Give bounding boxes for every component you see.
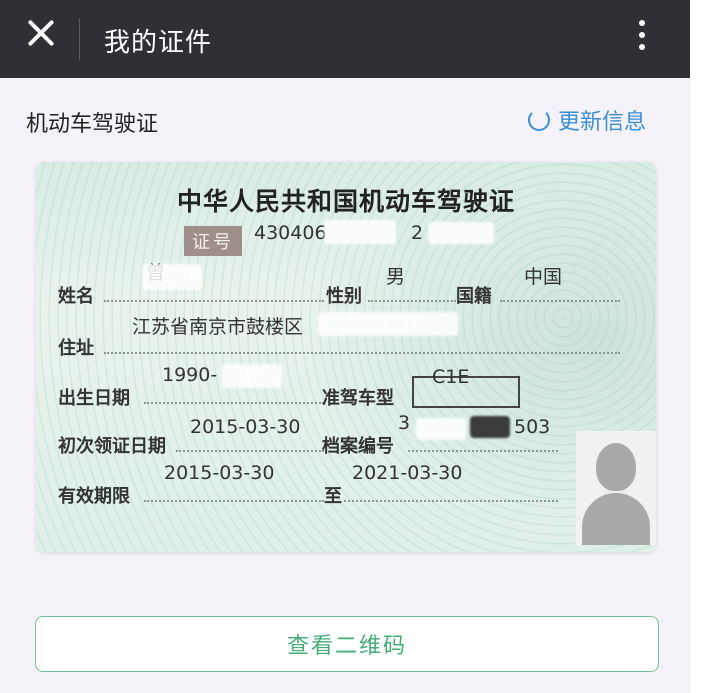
value-first-issue: 2015-03-30 (190, 416, 301, 438)
more-options-icon[interactable] (636, 20, 648, 60)
dots-first-issue (176, 450, 324, 452)
refresh-icon (528, 109, 550, 131)
dots-valid-from (144, 500, 324, 502)
dots-birth-date (144, 402, 324, 404)
dots-file-number (408, 450, 558, 452)
avatar-head-icon (596, 443, 636, 491)
redaction-file-number-2 (416, 418, 466, 440)
dots-address (104, 352, 620, 354)
value-valid-to: 2021-03-30 (352, 462, 463, 484)
redaction-file-number (470, 416, 510, 438)
redaction-birth-date (222, 364, 282, 388)
header-divider (79, 18, 80, 60)
label-file-number: 档案编号 (322, 436, 394, 457)
label-name: 姓名 (58, 286, 94, 307)
dots-nationality (500, 300, 620, 302)
label-address: 住址 (58, 338, 94, 359)
label-valid-period: 有效期限 (58, 486, 130, 507)
license-title: 中华人民共和国机动车驾驶证 (176, 187, 515, 216)
redaction-name (142, 264, 202, 290)
photo-placeholder (576, 431, 656, 545)
value-file-number-end: 503 (514, 416, 551, 438)
label-nationality: 国籍 (456, 286, 492, 307)
label-sex: 性别 (326, 286, 362, 307)
redaction-id-1 (324, 220, 396, 244)
driver-license-card: 中华人民共和国机动车驾驶证 证号 430406 2 姓名 曾 性别 男 国籍 中… (36, 162, 656, 552)
avatar-body-icon (582, 493, 650, 545)
label-vehicle-class: 准驾车型 (322, 388, 394, 409)
value-file-number-start: 3 (398, 412, 411, 434)
refresh-info-button[interactable]: 更新信息 (528, 104, 646, 136)
refresh-label: 更新信息 (558, 110, 647, 135)
page-title: 我的证件 (104, 28, 213, 58)
main-content: 机动车驾驶证 更新信息 中华人民共和国机动车驾驶证 证号 430406 2 姓名… (0, 78, 690, 693)
value-vehicle-class: C1E (432, 366, 470, 388)
dots-valid-to (344, 500, 558, 502)
dots-sex (368, 300, 456, 302)
label-birth-date: 出生日期 (58, 388, 130, 409)
id-number-start: 430406 (254, 222, 327, 244)
id-number-mid: 2 (411, 222, 424, 244)
dots-name (104, 300, 324, 302)
close-icon[interactable] (26, 18, 56, 48)
value-nationality: 中国 (524, 266, 563, 288)
id-badge: 证号 (184, 226, 242, 256)
label-first-issue: 初次领证日期 (58, 436, 166, 457)
redaction-id-2 (428, 222, 494, 244)
redaction-address (318, 312, 458, 336)
value-birth-date: 1990- (162, 364, 218, 386)
value-valid-from: 2015-03-30 (164, 462, 275, 484)
section-title: 机动车驾驶证 (26, 112, 159, 137)
view-qr-code-button[interactable]: 查看二维码 (35, 616, 659, 672)
label-to: 至 (324, 486, 342, 507)
top-navigation-bar: 我的证件 (0, 0, 690, 78)
value-sex: 男 (386, 266, 406, 288)
value-address: 江苏省南京市鼓楼区 (132, 316, 304, 338)
